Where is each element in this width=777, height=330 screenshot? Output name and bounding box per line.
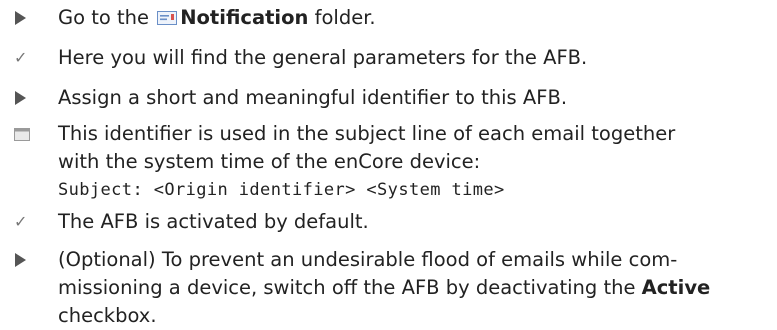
checkmark-icon: ✓ [14, 48, 28, 67]
triangle-right-icon [14, 4, 46, 32]
triangle-right-icon [14, 84, 46, 112]
result-2-text: The AFB is activated by default. [58, 210, 369, 233]
step-2-text: Assign a short and meaningful identifier… [58, 86, 568, 109]
note-line-1: This identifier is used in the subject l… [58, 122, 676, 145]
subject-code-line: Subject: <Origin identifier> <System tim… [58, 180, 505, 200]
step-3-line-1: (Optional) To prevent an undesirable flo… [58, 248, 678, 271]
step-1-prefix: Go to the [58, 6, 156, 29]
folder-icon [157, 11, 178, 25]
note-line-2: with the system time of the enCore devic… [58, 150, 481, 173]
triangle-right-icon [14, 246, 46, 274]
checkmark-icon: ✓ [14, 212, 28, 231]
result-1-text: Here you will find the general parameter… [58, 46, 588, 69]
step-1-suffix: folder. [308, 6, 376, 29]
step-3-line-2: missioning a device, switch off the AFB … [58, 276, 642, 299]
active-checkbox-label: Active [641, 276, 711, 299]
notification-folder-label: Notification [180, 6, 309, 29]
note-icon [14, 120, 46, 148]
step-3-line-3: checkbox. [58, 304, 157, 327]
